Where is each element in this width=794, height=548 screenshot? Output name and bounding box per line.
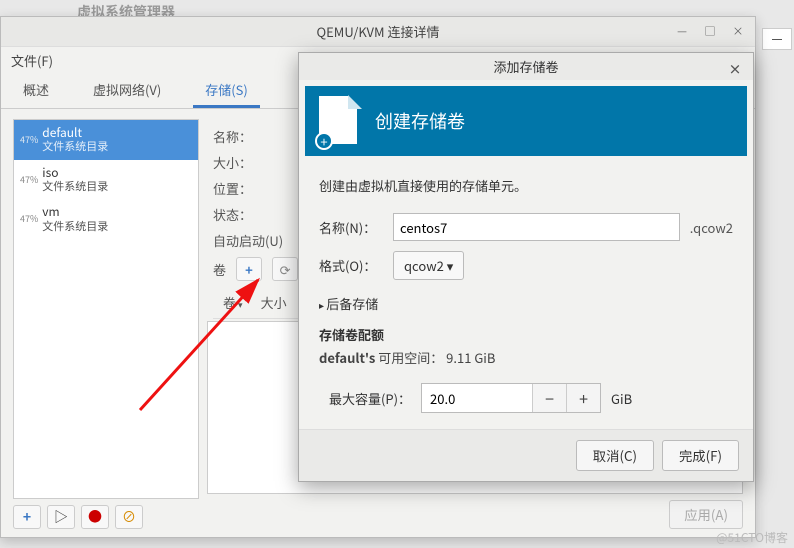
dialog-banner: + 创建存储卷	[305, 86, 747, 156]
menu-file[interactable]: 文件(F)	[11, 51, 53, 70]
detail-state-label: 状态：	[213, 205, 277, 224]
tab-overview[interactable]: 概述	[11, 74, 61, 108]
pool-usage: 47%	[20, 173, 38, 186]
delete-pool-button[interactable]: ⊘	[115, 505, 143, 529]
detail-autostart-label: 自动启动(U)	[213, 231, 293, 250]
add-storage-volume-dialog: 添加存储卷 × + 创建存储卷 创建由虚拟机直接使用的存储单元。 名称(N)： …	[298, 52, 754, 482]
pool-item-default[interactable]: 47% default 文件系统目录	[14, 120, 198, 160]
dialog-title: 添加存储卷	[493, 57, 558, 76]
col-size[interactable]: 大小	[261, 293, 287, 312]
volumes-label: 卷	[213, 260, 226, 279]
tab-virtual-networks[interactable]: 虚拟网络(V)	[81, 74, 173, 108]
watermark: @51CTO博客	[716, 529, 788, 546]
capacity-decrement[interactable]: −	[532, 384, 566, 412]
col-name[interactable]: 卷	[223, 293, 243, 312]
storage-pool-list: 47% default 文件系统目录 47% iso 文件系统目录 47%	[13, 119, 199, 499]
format-select[interactable]: qcow2 ▾	[393, 251, 464, 280]
dialog-close-button[interactable]: ×	[725, 58, 745, 78]
backing-store-expander[interactable]: 后备存储	[319, 294, 733, 313]
cancel-button[interactable]: 取消(C)	[576, 440, 654, 471]
pool-type: 文件系统目录	[42, 220, 108, 233]
finish-button[interactable]: 完成(F)	[662, 440, 739, 471]
refresh-volume-button[interactable]: ⟳	[272, 257, 298, 281]
capacity-input[interactable]	[422, 387, 532, 410]
pool-type: 文件系统目录	[42, 180, 108, 193]
window-title: QEMU/KVM 连接详情	[316, 22, 439, 41]
detail-size-label: 大小：	[213, 153, 277, 172]
pool-item-vm[interactable]: 47% vm 文件系统目录	[14, 199, 198, 239]
detail-name-label: 名称：	[213, 127, 277, 146]
capacity-label: 最大容量(P)：	[329, 389, 411, 408]
add-pool-button[interactable]: +	[13, 505, 41, 529]
capacity-spinner[interactable]: − +	[421, 383, 601, 413]
capacity-unit: GiB	[611, 389, 632, 408]
file-plus-icon: +	[319, 96, 361, 146]
dialog-titlebar: 添加存储卷 ×	[299, 53, 753, 80]
add-volume-button[interactable]: +	[236, 257, 262, 281]
background-minimize-button[interactable]	[762, 28, 792, 50]
dialog-banner-title: 创建存储卷	[375, 108, 465, 134]
quota-title: 存储卷配额	[319, 325, 733, 344]
name-extension: .qcow2	[690, 218, 733, 237]
capacity-increment[interactable]: +	[566, 384, 600, 412]
storage-pool-column: 47% default 文件系统目录 47% iso 文件系统目录 47%	[13, 119, 199, 529]
pool-item-iso[interactable]: 47% iso 文件系统目录	[14, 160, 198, 200]
detail-location-label: 位置：	[213, 179, 277, 198]
format-label: 格式(O)：	[319, 256, 383, 275]
pool-usage: 47%	[20, 133, 38, 146]
quota-available: default's 可用空间： 9.11 GiB	[319, 348, 733, 367]
titlebar: QEMU/KVM 连接详情 — □ ×	[1, 17, 755, 47]
dialog-description: 创建由虚拟机直接使用的存储单元。	[319, 176, 733, 195]
apply-button: 应用(A)	[669, 500, 743, 529]
pool-type: 文件系统目录	[42, 140, 108, 153]
name-label: 名称(N)：	[319, 218, 383, 237]
tab-storage[interactable]: 存储(S)	[193, 74, 260, 108]
stop-pool-button[interactable]: ●	[81, 505, 109, 529]
minimize-button[interactable]: —	[669, 20, 695, 42]
close-button[interactable]: ×	[725, 20, 751, 42]
maximize-button[interactable]: □	[697, 20, 723, 42]
name-input[interactable]	[393, 213, 680, 241]
start-pool-button[interactable]: ▷	[47, 505, 75, 529]
pool-usage: 47%	[20, 212, 38, 225]
